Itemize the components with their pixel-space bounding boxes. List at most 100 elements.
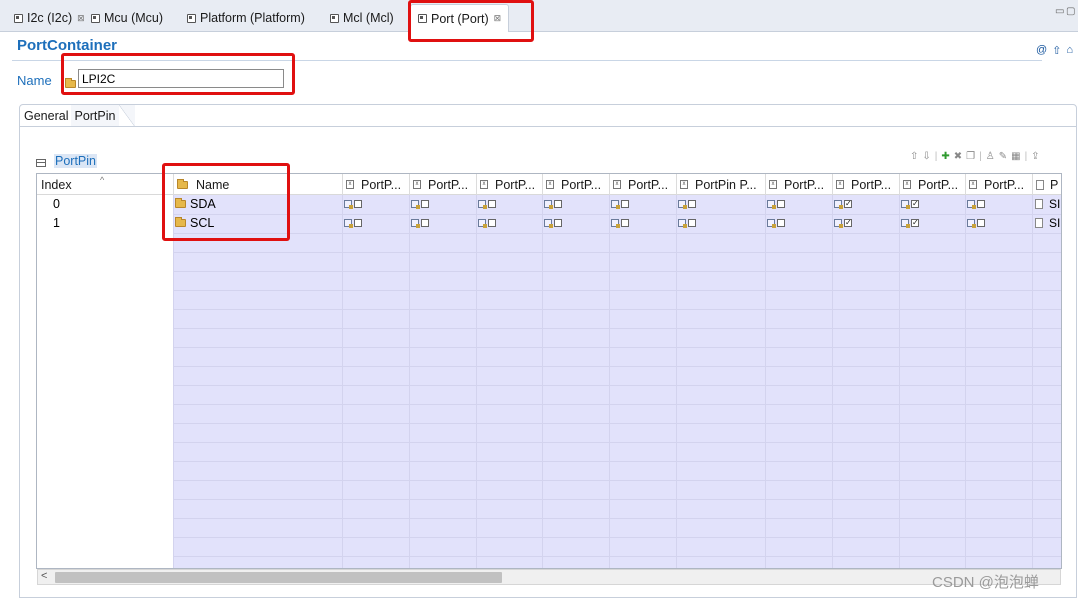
column-header-portpin[interactable]: x PortP... bbox=[836, 174, 891, 195]
header-separator bbox=[676, 174, 677, 195]
column-header-portpin[interactable]: x PortP... bbox=[546, 174, 601, 195]
checkbox-cell[interactable] bbox=[967, 219, 985, 228]
checkbox-cell[interactable]: ✓ bbox=[901, 219, 919, 228]
close-icon[interactable]: ⊠ bbox=[494, 13, 502, 24]
tab-mcu[interactable]: Mcu (Mcu) bbox=[91, 7, 163, 29]
checkbox-unchecked[interactable] bbox=[777, 219, 785, 227]
tab-port[interactable]: Port (Port) ⊠ bbox=[410, 4, 510, 32]
home-icon[interactable]: ⌂ bbox=[1066, 44, 1073, 57]
checkbox-cell[interactable] bbox=[767, 219, 785, 228]
row-last-cell[interactable]: SIU bbox=[1035, 197, 1061, 211]
checkbox-unchecked[interactable] bbox=[621, 200, 629, 208]
checkbox-cell[interactable] bbox=[478, 200, 496, 209]
horizontal-scrollbar[interactable]: < bbox=[37, 569, 1061, 585]
parameter-icon bbox=[411, 200, 420, 209]
scrollbar-thumb[interactable] bbox=[55, 572, 502, 583]
checkbox-unchecked[interactable] bbox=[488, 219, 496, 227]
sort-caret-icon[interactable]: ^ bbox=[100, 175, 104, 185]
up-arrow-icon[interactable]: ⇧ bbox=[1052, 44, 1061, 57]
checkbox-checked[interactable]: ✓ bbox=[844, 219, 852, 227]
checkbox-unchecked[interactable] bbox=[688, 200, 696, 208]
tab-mcl[interactable]: Mcl (Mcl) bbox=[330, 7, 394, 29]
checkbox-unchecked[interactable] bbox=[621, 219, 629, 227]
checkbox-unchecked[interactable] bbox=[421, 200, 429, 208]
checkbox-cell[interactable]: ✓ bbox=[834, 200, 852, 209]
section-title[interactable]: PortPin bbox=[54, 154, 97, 168]
column-label: Name bbox=[196, 177, 230, 192]
column-label: P bbox=[1050, 177, 1059, 192]
checkbox-cell[interactable] bbox=[611, 200, 629, 209]
checkbox-unchecked[interactable] bbox=[354, 219, 362, 227]
parameter-icon: x bbox=[613, 180, 621, 189]
checkbox-unchecked[interactable] bbox=[777, 200, 785, 208]
checkbox-cell[interactable] bbox=[344, 219, 362, 228]
minimize-icon[interactable]: ▭ bbox=[1055, 6, 1064, 17]
tab-portpin[interactable]: PortPin bbox=[71, 105, 136, 127]
checkbox-unchecked[interactable] bbox=[554, 219, 562, 227]
checkbox-unchecked[interactable] bbox=[421, 219, 429, 227]
maximize-icon[interactable]: ▢ bbox=[1066, 6, 1075, 17]
name-field[interactable] bbox=[78, 69, 284, 88]
column-header-portpin[interactable]: x PortPin P... bbox=[680, 174, 757, 195]
checkbox-cell[interactable] bbox=[344, 200, 362, 209]
move-down-icon[interactable]: ⇩ bbox=[922, 151, 930, 162]
checkbox-cell[interactable] bbox=[611, 219, 629, 228]
checkbox-unchecked[interactable] bbox=[488, 200, 496, 208]
tab-i2c[interactable]: I2c (I2c) ⊠ bbox=[14, 7, 85, 29]
checkbox-cell[interactable]: ✓ bbox=[901, 200, 919, 209]
checkbox-checked[interactable]: ✓ bbox=[911, 200, 919, 208]
close-icon[interactable]: ⊠ bbox=[77, 13, 85, 24]
column-header-portpin[interactable]: x PortP... bbox=[613, 174, 668, 195]
add-icon[interactable]: ✚ bbox=[941, 151, 949, 162]
export-icon[interactable]: ⇪ bbox=[1031, 151, 1039, 162]
parameter-icon bbox=[834, 200, 843, 209]
tab-label: Port (Port) bbox=[431, 11, 489, 26]
scroll-left-icon[interactable]: < bbox=[41, 570, 47, 582]
tab-label: Mcu (Mcu) bbox=[104, 11, 164, 25]
column-header-name[interactable]: Name bbox=[177, 174, 229, 195]
table-icon bbox=[36, 159, 46, 167]
column-header-portpin[interactable]: x PortP... bbox=[413, 174, 468, 195]
delete-icon[interactable]: ✖ bbox=[954, 151, 962, 162]
checkbox-cell[interactable] bbox=[678, 219, 696, 228]
table-view-icon[interactable]: ▦ bbox=[1011, 151, 1020, 162]
help-icon[interactable]: @ bbox=[1036, 44, 1047, 57]
checkbox-checked[interactable]: ✓ bbox=[911, 219, 919, 227]
table-row[interactable]: 0 SDA SIU ✓ ✓ bbox=[37, 195, 1061, 214]
column-header-portpin[interactable]: x PortP... bbox=[969, 174, 1024, 195]
grid-line bbox=[173, 271, 1061, 272]
checkbox-unchecked[interactable] bbox=[688, 219, 696, 227]
portpin-table[interactable]: Index ^ Name x PortP... x PortP... x Por… bbox=[36, 173, 1062, 569]
person-icon[interactable]: ♙ bbox=[986, 151, 995, 162]
checkbox-cell[interactable] bbox=[411, 219, 429, 228]
checkbox-unchecked[interactable] bbox=[977, 219, 985, 227]
checkbox-cell[interactable] bbox=[411, 200, 429, 209]
row-name[interactable]: SDA bbox=[175, 197, 216, 211]
column-header-portpin[interactable]: x PortP... bbox=[769, 174, 824, 195]
column-header-index[interactable]: Index bbox=[41, 174, 72, 195]
checkbox-cell[interactable] bbox=[544, 200, 562, 209]
checkbox-cell[interactable] bbox=[478, 219, 496, 228]
column-header-portpin[interactable]: P bbox=[1036, 174, 1058, 195]
checkbox-cell[interactable] bbox=[678, 200, 696, 209]
checkbox-checked[interactable]: ✓ bbox=[844, 200, 852, 208]
parameter-icon bbox=[678, 219, 687, 228]
checkbox-unchecked[interactable] bbox=[554, 200, 562, 208]
table-row[interactable]: 1 SCL SIU ✓ ✓ bbox=[37, 214, 1061, 233]
tab-general[interactable]: General bbox=[21, 105, 71, 127]
move-up-icon[interactable]: ⇧ bbox=[910, 151, 918, 162]
tab-platform[interactable]: Platform (Platform) bbox=[187, 7, 305, 29]
checkbox-unchecked[interactable] bbox=[354, 200, 362, 208]
checkbox-cell[interactable] bbox=[544, 219, 562, 228]
row-name[interactable]: SCL bbox=[175, 216, 214, 230]
checkbox-cell[interactable] bbox=[767, 200, 785, 209]
column-header-portpin[interactable]: x PortP... bbox=[346, 174, 401, 195]
column-header-portpin[interactable]: x PortP... bbox=[903, 174, 958, 195]
row-last-cell[interactable]: SIU bbox=[1035, 216, 1061, 230]
edit-icon[interactable]: ✎ bbox=[999, 151, 1007, 162]
checkbox-cell[interactable]: ✓ bbox=[834, 219, 852, 228]
checkbox-unchecked[interactable] bbox=[977, 200, 985, 208]
checkbox-cell[interactable] bbox=[967, 200, 985, 209]
copy-icon[interactable]: ❐ bbox=[966, 151, 975, 162]
column-header-portpin[interactable]: x PortP... bbox=[480, 174, 535, 195]
